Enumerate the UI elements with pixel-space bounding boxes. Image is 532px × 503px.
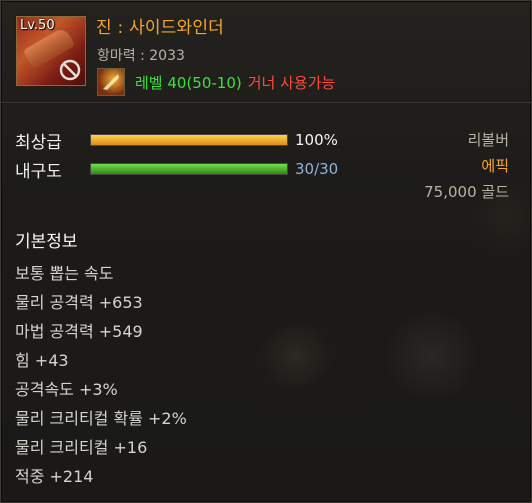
gunner-class-icon bbox=[97, 68, 125, 96]
list-item: 힘 +43 bbox=[15, 351, 69, 370]
list-item: 물리 크리티컬 +16 bbox=[15, 438, 148, 457]
header-divider bbox=[1, 102, 531, 103]
price: 75,000 골드 bbox=[424, 183, 509, 201]
rarity: 에픽 bbox=[481, 157, 509, 175]
grade-bar bbox=[90, 134, 288, 146]
durability-label: 내구도 bbox=[15, 162, 62, 182]
requirement-level: 레벨 40(50-10) bbox=[135, 73, 242, 92]
level-badge: Lv.50 bbox=[20, 18, 55, 33]
durability-value: 30/30 bbox=[295, 160, 339, 178]
list-item: 마법 공격력 +549 bbox=[15, 322, 143, 341]
no-trade-icon bbox=[59, 59, 81, 81]
sidewinder-weapon-icon: Lv.50 bbox=[16, 16, 86, 86]
grade-bar-fill bbox=[91, 135, 287, 145]
list-item: 물리 크리티컬 확률 +2% bbox=[15, 409, 187, 428]
item-name: 진 : 사이드와인더 bbox=[96, 18, 225, 38]
weapon-type: 리볼버 bbox=[467, 131, 509, 149]
grade-label: 최상급 bbox=[15, 133, 62, 153]
list-item: 보통 뽑는 속도 bbox=[15, 264, 114, 283]
background-art bbox=[247, 311, 345, 401]
durability-bar bbox=[90, 163, 288, 175]
list-item: 공격속도 +3% bbox=[15, 380, 118, 399]
durability-bar-fill bbox=[91, 164, 287, 174]
background-art bbox=[386, 311, 476, 401]
requirement-row: 레벨 40(50-10) 거너 사용가능 bbox=[97, 68, 336, 96]
list-item: 물리 공격력 +653 bbox=[15, 293, 143, 312]
requirement-class: 거너 사용가능 bbox=[247, 73, 336, 92]
item-power: 항마력 : 2033 bbox=[97, 48, 185, 64]
item-tooltip: Lv.50 진 : 사이드와인더 항마력 : 2033 레벨 40(50-10)… bbox=[0, 0, 532, 503]
grade-value: 100% bbox=[295, 131, 338, 149]
tooltip-header: Lv.50 진 : 사이드와인더 항마력 : 2033 레벨 40(50-10)… bbox=[1, 1, 531, 101]
list-item: 적중 +214 bbox=[15, 467, 94, 486]
basic-info-title: 기본정보 bbox=[15, 232, 78, 252]
basic-info-list: 보통 뽑는 속도 물리 공격력 +653 마법 공격력 +549 힘 +43 공… bbox=[15, 259, 187, 491]
